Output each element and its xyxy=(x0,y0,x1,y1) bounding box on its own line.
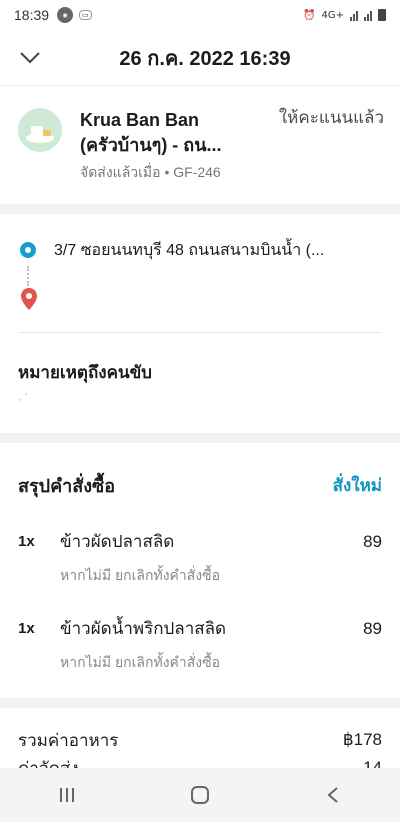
order-header: 26 ก.ค. 2022 16:39 xyxy=(0,30,400,86)
back-icon[interactable] xyxy=(313,775,353,815)
reorder-button[interactable]: สั่งใหม่ xyxy=(333,472,382,499)
signal-icon xyxy=(350,10,358,21)
food-total-label: รวมค่าอาหาร xyxy=(18,730,119,750)
driver-note-text: , ‘ xyxy=(18,392,28,403)
system-nav-bar xyxy=(0,768,400,822)
restaurant-card[interactable]: Krua Ban Ban (ครัวบ้านๆ) - ถน... จัดส่งแ… xyxy=(0,86,400,204)
signal-icon-2 xyxy=(364,10,372,21)
order-summary-header: สรุปคำสั่งซื้อ สั่งใหม่ xyxy=(0,443,400,500)
section-divider xyxy=(0,433,400,443)
order-summary-title: สรุปคำสั่งซื้อ xyxy=(18,476,116,496)
item-quantity: 1x xyxy=(18,620,35,637)
rated-label: ให้คะแนนแล้ว xyxy=(278,108,384,127)
driver-note-section: หมายเหตุถึงคนขับ , ‘ xyxy=(0,333,400,433)
food-total-value: ฿178 xyxy=(342,730,382,749)
item-price: 89 xyxy=(363,618,382,638)
restaurant-avatar xyxy=(18,108,62,152)
order-item: 1x ข้าวผัดน้ำพริกปลาสลิด 89 หากไม่มี ยกเ… xyxy=(0,615,400,674)
status-time: 18:39 xyxy=(14,7,50,23)
driver-note-title: หมายเหตุถึงคนขับ xyxy=(18,363,152,382)
item-quantity: 1x xyxy=(18,533,35,550)
network-label: 4G+ xyxy=(321,9,345,21)
chevron-down-icon[interactable] xyxy=(16,44,44,72)
route-connector xyxy=(27,266,29,286)
item-note: หากไม่มี ยกเลิกทั้งคำสั่งซื้อ xyxy=(60,654,221,670)
restaurant-name-line2: (ครัวบ้านๆ) - ถน... xyxy=(80,135,222,155)
app-notification-icon-2: ▭ xyxy=(79,10,92,20)
item-name: ข้าวผัดปลาสลิด xyxy=(60,532,175,551)
status-indicators: ⏰ 4G+ xyxy=(303,9,386,21)
status-bar: 18:39 ◉ ▭ ⏰ 4G+ xyxy=(0,0,400,30)
recent-apps-icon[interactable] xyxy=(47,775,87,815)
route-section: 3/7 ซอยนนทบุรี 48 ถนนสนามบินน้ำ (... xyxy=(0,214,400,312)
item-name: ข้าวผัดน้ำพริกปลาสลิด xyxy=(60,619,227,638)
location-pin-icon xyxy=(21,288,37,310)
order-item: 1x ข้าวผัดปลาสลิด 89 หากไม่มี ยกเลิกทั้ง… xyxy=(0,528,400,587)
home-icon[interactable] xyxy=(180,775,220,815)
pickup-dot-icon xyxy=(20,242,36,258)
section-divider xyxy=(0,204,400,214)
section-divider xyxy=(0,698,400,708)
alarm-icon: ⏰ xyxy=(303,9,316,21)
delivery-status: จัดส่งแล้วเมื่อ • GF-246 xyxy=(80,164,221,180)
item-note: หากไม่มี ยกเลิกทั้งคำสั่งซื้อ xyxy=(60,567,221,583)
app-notification-icon: ◉ xyxy=(57,7,74,23)
pickup-address: 3/7 ซอยนนทบุรี 48 ถนนสนามบินน้ำ (... xyxy=(54,241,325,259)
item-price: 89 xyxy=(363,531,382,551)
order-datetime-title: 26 ก.ค. 2022 16:39 xyxy=(119,47,291,70)
battery-icon xyxy=(378,9,386,21)
